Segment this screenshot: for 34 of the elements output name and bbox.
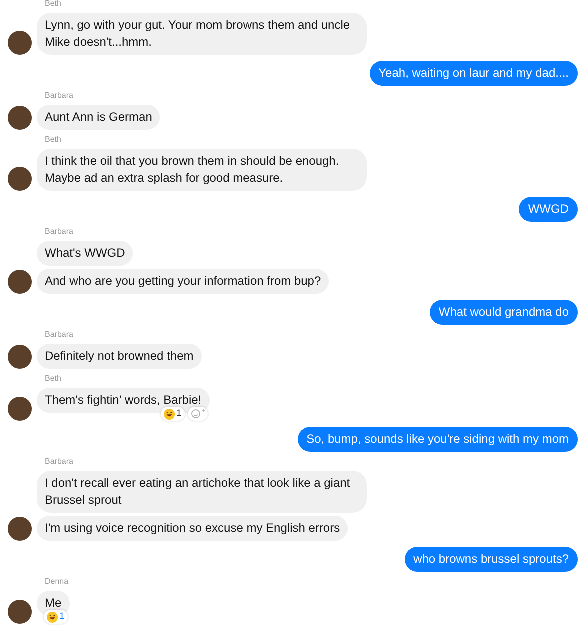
message-bubble: So, bump, sounds like you're siding with my mom <box>298 427 578 452</box>
message-bubble: Yeah, waiting on laur and my dad.... <box>370 61 578 86</box>
message-bubble: What would grandma do <box>430 300 578 325</box>
laughing-emoji-icon <box>46 612 58 622</box>
sender-name: Beth <box>45 374 62 384</box>
message-bubble: Aunt Ann is German <box>37 105 160 130</box>
message-bubble: What's WWGD <box>37 241 134 266</box>
sender-name: Beth <box>45 135 62 145</box>
message-bubble: Definitely not browned them <box>37 344 202 369</box>
avatar <box>8 397 32 421</box>
avatar <box>8 167 32 191</box>
message-bubble: And who are you getting your information from bup? <box>37 269 330 294</box>
laughing-emoji-icon <box>164 408 175 420</box>
sender-name: Barbara <box>45 457 74 467</box>
avatar <box>8 517 32 541</box>
avatar <box>8 31 32 55</box>
add-reaction-icon[interactable] <box>188 407 208 421</box>
avatar <box>8 270 32 294</box>
sender-name: Barbara <box>45 227 74 237</box>
sender-name: Denna <box>45 577 69 587</box>
message-bubble: Lynn, go with your gut. Your mom browns them and uncle Mike doesn't...hmm. <box>37 13 367 55</box>
sender-name: Barbara <box>45 91 74 101</box>
message-bubble: WWGD <box>519 197 578 222</box>
message-bubble: I don't recall ever eating an artichoke that look like a giant Brussel sprout <box>37 471 367 513</box>
avatar <box>8 345 32 369</box>
message-bubble: I think the oil that you brown them in should be enough. Maybe ad an extra splash for good measure. <box>37 149 367 191</box>
message-bubble: who browns brussel sprouts? <box>404 547 578 572</box>
sender-name: Beth <box>45 0 62 9</box>
reaction-badge[interactable]: 1 <box>160 407 185 421</box>
reaction-badge[interactable]: 1 <box>44 610 68 624</box>
sender-name: Barbara <box>45 330 74 340</box>
avatar <box>8 600 32 624</box>
message-bubble: I'm using voice recognition so excuse my English errors <box>37 516 348 541</box>
avatar <box>8 106 32 130</box>
